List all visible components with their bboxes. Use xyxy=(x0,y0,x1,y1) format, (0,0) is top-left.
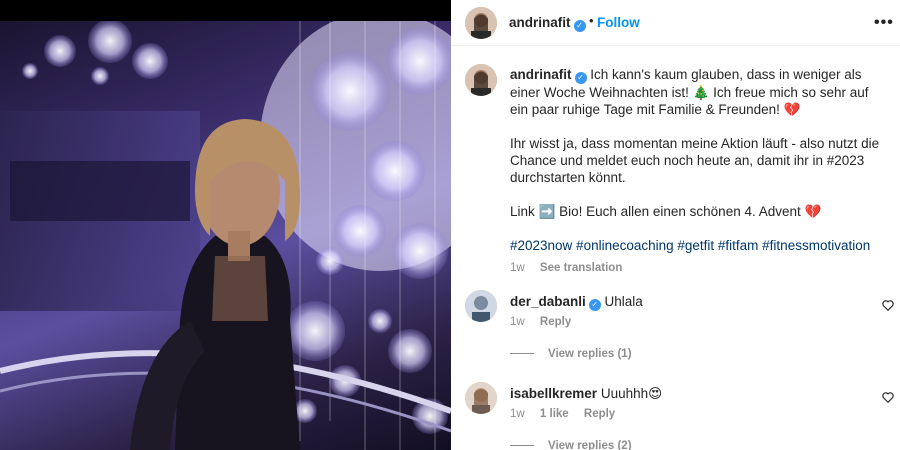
post-photo-illustration xyxy=(0,21,451,450)
caption-paragraph-1: andrinafit ✓ Ich kann's kaum glauben, das… xyxy=(510,66,880,118)
verified-badge-icon: ✓ xyxy=(573,20,586,32)
caption-text-block: andrinafit ✓ Ich kann's kaum glauben, das… xyxy=(510,66,880,277)
comment-meta: 1w 1 like Reply xyxy=(510,408,627,420)
caption-timestamp: 1w xyxy=(510,262,525,274)
caption-username[interactable]: andrinafit ✓ xyxy=(510,67,587,84)
see-translation-button[interactable]: See translation xyxy=(540,262,622,274)
comment-timestamp: 1w xyxy=(510,408,525,420)
post-header: andrinafit ✓ • Follow ••• xyxy=(451,0,900,46)
view-replies-button[interactable]: View replies (1) xyxy=(510,348,632,360)
reply-divider xyxy=(510,353,534,355)
reply-button[interactable]: Reply xyxy=(540,316,571,328)
caption-author-avatar[interactable] xyxy=(465,64,497,96)
heart-outline-icon[interactable] xyxy=(881,390,895,404)
author-username[interactable]: andrinafit ✓ xyxy=(509,15,586,32)
author-avatar[interactable] xyxy=(465,7,497,39)
post-photo[interactable] xyxy=(0,21,451,450)
commenter-username[interactable]: isabellkremer xyxy=(510,386,597,401)
commenter-username[interactable]: der_dabanli ✓ xyxy=(510,294,601,311)
reply-divider xyxy=(510,445,534,447)
caption-paragraph-2: Ihr wisst ja, dass momentan meine Aktion… xyxy=(510,136,880,185)
follow-button[interactable]: Follow xyxy=(597,15,640,30)
commenter-avatar[interactable] xyxy=(465,382,497,414)
more-options-icon[interactable]: ••• xyxy=(874,14,894,32)
comment-text: der_dabanli ✓ Uhlala xyxy=(510,294,643,311)
comment-body: Uuuhhh😍 xyxy=(600,386,663,401)
heart-outline-icon[interactable] xyxy=(881,298,895,312)
commenter-avatar[interactable] xyxy=(465,290,497,322)
comment-meta: 1w Reply xyxy=(510,316,583,328)
view-replies-button[interactable]: View replies (2) xyxy=(510,440,632,450)
verified-badge-icon: ✓ xyxy=(574,72,587,84)
like-count[interactable]: 1 like xyxy=(540,408,569,420)
post-details-panel: andrinafit ✓ • Follow ••• andrinafit ✓ Ich… xyxy=(451,0,900,450)
comment-timestamp: 1w xyxy=(510,316,525,328)
separator-dot: • xyxy=(589,13,594,28)
comment-text: isabellkremer Uuuhhh😍 xyxy=(510,386,662,402)
comment-body: Uhlala xyxy=(604,294,643,309)
caption-meta: 1w See translation xyxy=(510,260,880,277)
caption-paragraph-3: Link ➡️ Bio! Euch allen einen schönen 4.… xyxy=(510,204,822,219)
top-black-bar xyxy=(0,0,451,21)
caption-hashtags[interactable]: #2023now #onlinecoaching #getfit #fitfam… xyxy=(510,237,880,254)
reply-button[interactable]: Reply xyxy=(584,408,615,420)
verified-badge-icon: ✓ xyxy=(588,299,601,311)
